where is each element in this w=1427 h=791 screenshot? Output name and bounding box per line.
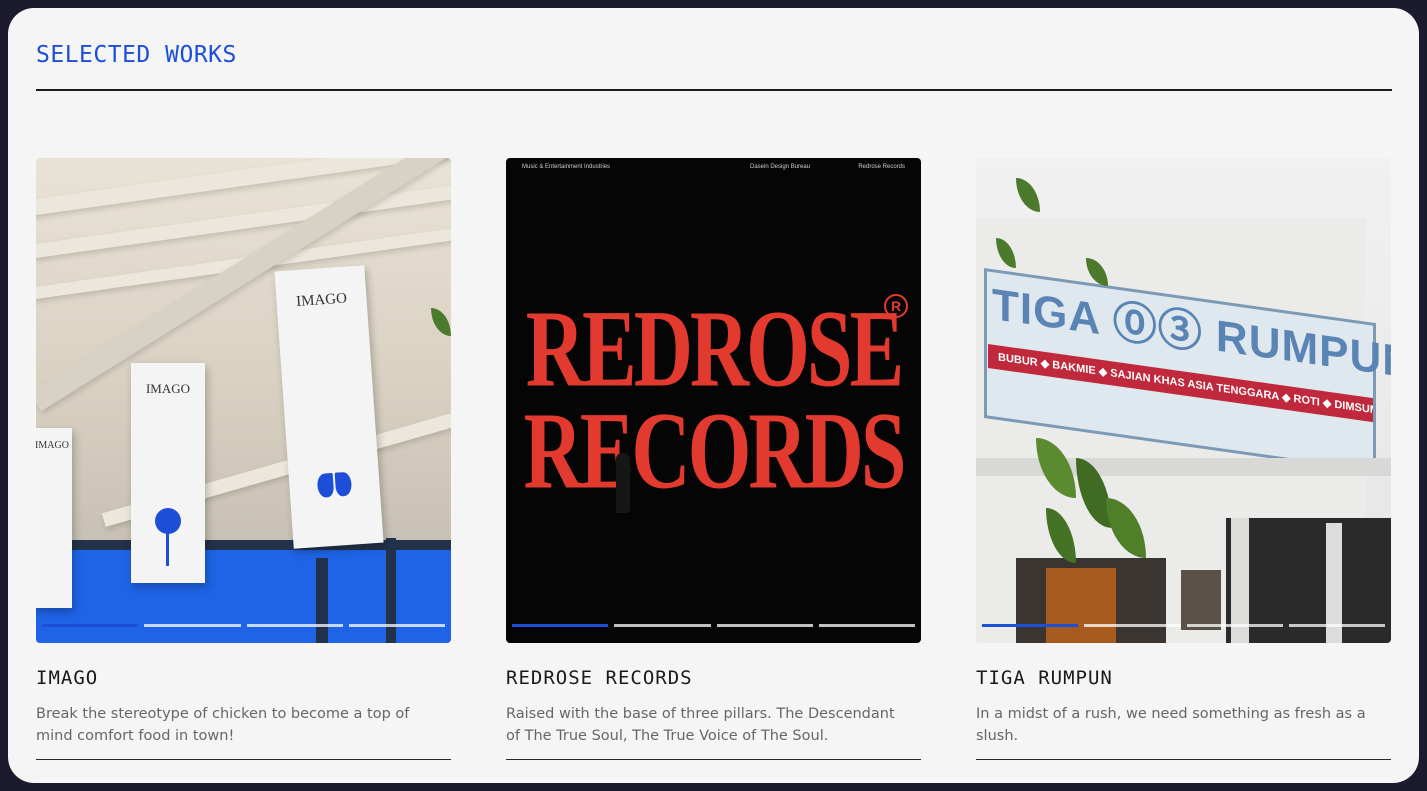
imago-banner: IMAGO bbox=[274, 265, 384, 549]
work-description: Break the stereotype of chicken to becom… bbox=[36, 706, 410, 744]
carousel-progress bbox=[512, 624, 915, 627]
progress-segment[interactable] bbox=[982, 624, 1079, 627]
card-divider bbox=[506, 759, 921, 760]
progress-segment[interactable] bbox=[512, 624, 609, 627]
performer-figure bbox=[616, 453, 630, 513]
work-title[interactable]: IMAGO bbox=[36, 667, 451, 693]
work-card-redrose[interactable]: Music & Entertainment Industries Dasein … bbox=[506, 158, 921, 760]
progress-segment[interactable] bbox=[246, 624, 343, 627]
work-description: Raised with the base of three pillars. T… bbox=[506, 706, 895, 744]
progress-segment[interactable] bbox=[348, 624, 445, 627]
registered-icon: R bbox=[884, 294, 908, 318]
work-image-imago[interactable]: IMAGO IMAGO IMAGO bbox=[36, 158, 451, 643]
poster-meta: Music & Entertainment Industries Dasein … bbox=[522, 164, 905, 170]
imago-banner: IMAGO bbox=[36, 428, 72, 608]
redrose-logo-line1: REDROSE bbox=[525, 286, 904, 410]
progress-segment[interactable] bbox=[42, 624, 139, 627]
section-divider bbox=[36, 89, 1392, 91]
section-title: SELECTED WORKS bbox=[36, 42, 237, 68]
work-card-tiga[interactable]: TIGA ⓪③ RUMPUN BUBUR ◆ BAKMIE ◆ SAJIAN K… bbox=[976, 158, 1391, 760]
progress-segment[interactable] bbox=[1084, 624, 1181, 627]
work-image-tiga[interactable]: TIGA ⓪③ RUMPUN BUBUR ◆ BAKMIE ◆ SAJIAN K… bbox=[976, 158, 1391, 643]
carousel-progress bbox=[42, 624, 445, 627]
work-description: In a midst of a rush, we need something … bbox=[976, 706, 1366, 744]
progress-segment[interactable] bbox=[614, 624, 711, 627]
work-title[interactable]: TIGA RUMPUN bbox=[976, 667, 1391, 693]
progress-segment[interactable] bbox=[144, 624, 241, 627]
work-image-redrose[interactable]: Music & Entertainment Industries Dasein … bbox=[506, 158, 921, 643]
card-divider bbox=[976, 759, 1391, 760]
card-divider bbox=[36, 759, 451, 760]
progress-segment[interactable] bbox=[716, 624, 813, 627]
redrose-logo-line2: RECORDS bbox=[523, 388, 907, 512]
work-card-imago[interactable]: IMAGO IMAGO IMAGO IMAGO Break the stereo… bbox=[36, 158, 451, 760]
imago-banner: IMAGO bbox=[131, 363, 205, 583]
progress-segment[interactable] bbox=[1288, 624, 1385, 627]
progress-segment[interactable] bbox=[818, 624, 915, 627]
work-title[interactable]: REDROSE RECORDS bbox=[506, 667, 921, 693]
progress-segment[interactable] bbox=[1186, 624, 1283, 627]
butterfly-icon bbox=[316, 471, 353, 502]
portfolio-window: SELECTED WORKS IMAGO IMAGO IMAGO IMAGO B… bbox=[8, 8, 1419, 783]
carousel-progress bbox=[982, 624, 1385, 627]
